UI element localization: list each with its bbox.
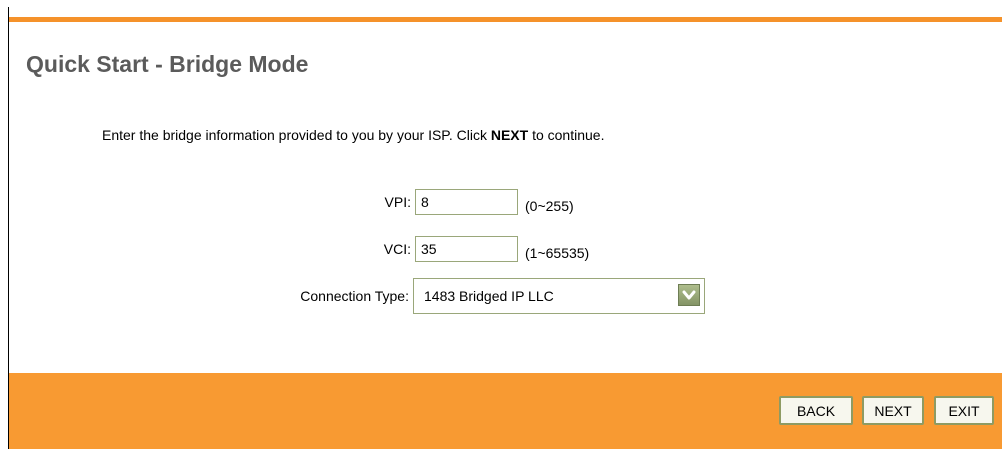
- connection-type-selected-value: 1483 Bridged IP LLC: [424, 288, 554, 304]
- vci-range-hint: (1~65535): [525, 245, 590, 261]
- vci-label: VCI:: [383, 241, 411, 257]
- instructions-lead: Enter the bridge information provided to…: [102, 127, 491, 143]
- vpi-input[interactable]: [415, 189, 518, 215]
- page-title: Quick Start - Bridge Mode: [26, 51, 309, 77]
- connection-type-select[interactable]: 1483 Bridged IP LLC: [413, 278, 705, 314]
- instructions-text: Enter the bridge information provided to…: [102, 127, 604, 143]
- vci-input[interactable]: [415, 236, 518, 262]
- page-frame: Quick Start - Bridge Mode Enter the brid…: [8, 7, 1002, 449]
- back-button[interactable]: BACK: [779, 396, 853, 425]
- next-button[interactable]: NEXT: [862, 396, 924, 425]
- instructions-tail: to continue.: [528, 127, 605, 143]
- exit-button[interactable]: EXIT: [934, 396, 994, 425]
- instructions-next-emphasis: NEXT: [490, 127, 529, 143]
- connection-type-label: Connection Type:: [300, 288, 409, 304]
- vpi-label: VPI:: [384, 194, 411, 210]
- footer-bar: BACK NEXT EXIT: [9, 373, 1002, 449]
- vpi-range-hint: (0~255): [525, 198, 574, 214]
- chevron-down-icon[interactable]: [678, 284, 700, 306]
- top-orange-rule: [9, 17, 1002, 22]
